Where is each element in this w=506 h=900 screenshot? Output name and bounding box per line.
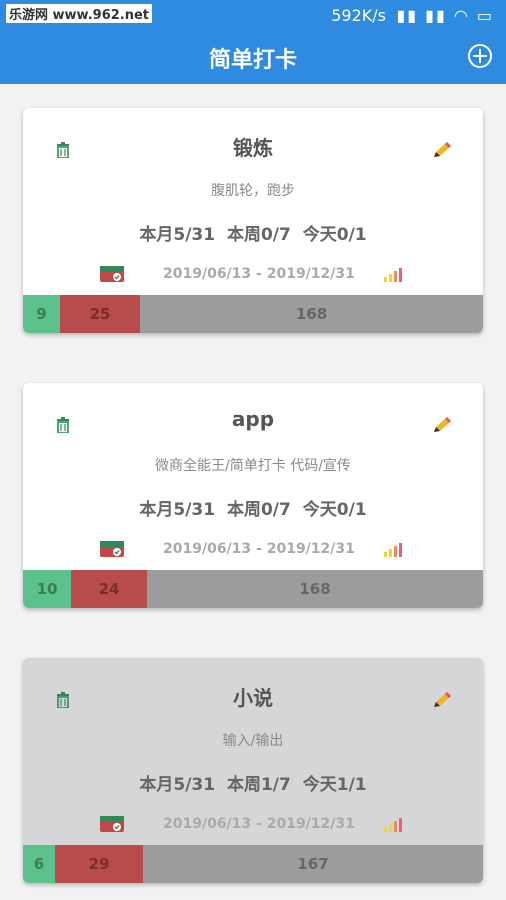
card-title: 锻炼 xyxy=(233,136,273,160)
card-stats: 本月5/31 本周1/7 今天1/1 xyxy=(139,775,367,795)
card-stats: 本月5/31 本周0/7 今天0/1 xyxy=(139,225,367,245)
app-bar: 乐游网 www.962.net 592K/s ▮▮ ▮▮ ◠ ▭ 简单打卡 xyxy=(0,0,506,84)
bar-chart-icon[interactable] xyxy=(383,266,405,282)
pencil-icon[interactable] xyxy=(431,140,453,160)
bar-chart-icon[interactable] xyxy=(383,816,405,832)
card-stats: 本月5/31 本周0/7 今天0/1 xyxy=(139,500,367,520)
card-subtitle: 微商全能王/简单打卡 代码/宣传 xyxy=(155,458,351,474)
missed-count: 25 xyxy=(60,295,140,333)
date-range: 2019/06/13 - 2019/12/31 xyxy=(163,816,355,832)
date-range: 2019/06/13 - 2019/12/31 xyxy=(163,541,355,557)
card-title: app xyxy=(231,407,275,431)
watermark: 乐游网 www.962.net xyxy=(6,4,153,23)
add-circle-icon[interactable] xyxy=(468,44,492,68)
card-subtitle: 输入/输出 xyxy=(222,733,284,749)
network-speed: 592K/s xyxy=(331,6,386,25)
card-check-icon xyxy=(100,541,124,557)
date-range: 2019/06/13 - 2019/12/31 xyxy=(163,266,355,282)
pencil-icon[interactable] xyxy=(431,690,453,710)
remaining-count: 168 xyxy=(140,295,483,333)
progress-bar: 6 29 167 xyxy=(23,845,483,883)
card-check-icon xyxy=(100,266,124,282)
missed-count: 24 xyxy=(71,570,147,608)
remaining-count: 167 xyxy=(143,845,483,883)
done-count: 9 xyxy=(23,295,60,333)
status-icons: ▮▮ ▮▮ ◠ ▭ xyxy=(396,6,494,25)
app-title: 简单打卡 xyxy=(208,48,297,73)
pencil-icon[interactable] xyxy=(431,415,453,435)
habit-card[interactable]: app 微商全能王/简单打卡 代码/宣传 本月5/31 本周0/7 今天0/1 … xyxy=(23,383,483,608)
done-count: 6 xyxy=(23,845,55,883)
habit-card[interactable]: 小说 输入/输出 本月5/31 本周1/7 今天1/1 2019/06/13 -… xyxy=(23,658,483,883)
missed-count: 29 xyxy=(55,845,143,883)
progress-bar: 9 25 168 xyxy=(23,295,483,333)
card-check-icon xyxy=(100,816,124,832)
progress-bar: 10 24 168 xyxy=(23,570,483,608)
card-title: 小说 xyxy=(233,686,273,710)
status-bar: 乐游网 www.962.net 592K/s ▮▮ ▮▮ ◠ ▭ xyxy=(0,0,506,32)
bar-chart-icon[interactable] xyxy=(383,541,405,557)
card-subtitle: 腹肌轮，跑步 xyxy=(211,183,295,199)
remaining-count: 168 xyxy=(147,570,483,608)
done-count: 10 xyxy=(23,570,71,608)
habit-card[interactable]: 锻炼 腹肌轮，跑步 本月5/31 本周0/7 今天0/1 2019/06/13 … xyxy=(23,108,483,333)
